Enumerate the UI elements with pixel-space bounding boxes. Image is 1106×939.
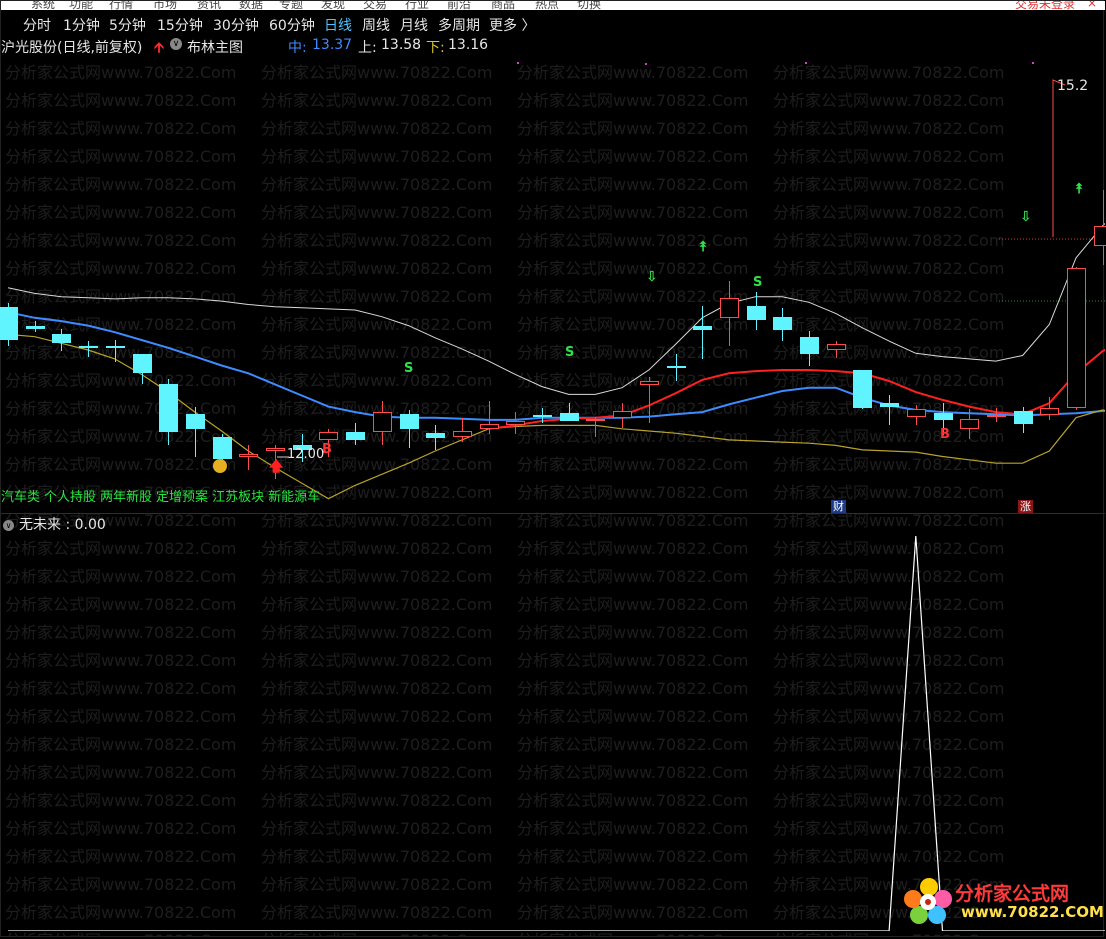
candle-body[interactable] (1067, 267, 1086, 408)
candle-body[interactable] (1014, 411, 1033, 425)
brand-logo: 分析家公式网 www.70822.COM (901, 873, 1104, 933)
flower-icon (904, 878, 952, 924)
candle-body[interactable] (133, 354, 152, 374)
candle-body[interactable] (853, 369, 872, 408)
candle-body[interactable] (640, 381, 659, 386)
down-arrow-icon: ⇩ (1020, 209, 1032, 225)
candle-wick (462, 417, 463, 443)
candle-body[interactable] (400, 414, 419, 429)
candle-body[interactable] (159, 384, 178, 433)
candle-body[interactable] (907, 408, 926, 417)
concept-tag[interactable]: 个人持股 (44, 490, 96, 505)
concept-tag[interactable]: 新能源车 (268, 490, 320, 505)
candle-body[interactable] (613, 411, 632, 418)
concept-tag[interactable]: 汽车类 (1, 490, 40, 505)
candle-body[interactable] (827, 344, 846, 350)
concept-tag[interactable]: 江苏板块 (212, 490, 264, 505)
candle-body[interactable] (560, 413, 579, 421)
candle-body[interactable] (106, 345, 125, 348)
candle-body[interactable] (239, 454, 258, 457)
buy-signal: B (940, 427, 950, 442)
candle-body[interactable] (586, 418, 605, 421)
candle-body[interactable] (480, 424, 499, 429)
candle-body[interactable] (934, 413, 953, 420)
sell-signal: S (565, 345, 575, 360)
candle-body[interactable] (960, 418, 979, 429)
rise-badge[interactable]: 涨 (1018, 500, 1033, 514)
candle-wick (115, 339, 116, 363)
candle-wick (702, 305, 703, 359)
high-price-label: 15.2 (1057, 78, 1089, 94)
candle-wick (88, 341, 89, 357)
candle-body[interactable] (693, 325, 712, 330)
candle-wick (435, 425, 436, 450)
candle-body[interactable] (453, 430, 472, 437)
concept-tag[interactable]: 两年新股 (100, 490, 152, 505)
down-arrow-icon: ⇩ (646, 269, 658, 285)
candle-body[interactable] (1094, 225, 1106, 246)
candle-body[interactable] (26, 325, 45, 329)
candle-body[interactable] (186, 414, 205, 429)
candle-body[interactable] (773, 316, 792, 330)
candle-body[interactable] (533, 415, 552, 418)
candle-wick (248, 445, 249, 470)
candle-body[interactable] (213, 436, 232, 459)
candle-body[interactable] (346, 432, 365, 440)
candle-body[interactable] (52, 334, 71, 344)
candle-body[interactable] (79, 345, 98, 348)
candle-wick (889, 395, 890, 426)
finance-badge[interactable]: 财 (831, 500, 846, 514)
candle-body[interactable] (747, 305, 766, 320)
logo-title: 分析家公式网 (955, 883, 1070, 905)
sub-indicator-line (8, 535, 1105, 931)
sell-signal: S (404, 361, 414, 376)
candles-layer: B B S S S 🡅 ⇩ ⇩ ⯭ ⯭ (0, 1, 1106, 513)
candle-body[interactable] (1040, 407, 1059, 416)
candle-body[interactable] (667, 365, 686, 368)
candle-body[interactable] (720, 297, 739, 318)
candle-body[interactable] (800, 336, 819, 355)
candle-body[interactable] (880, 403, 899, 407)
logo-url: www.70822.COM (961, 903, 1104, 921)
main-window: 分析家公式网www.70822.Com 分析家公式网www.70822.Com 分析… (0, 0, 1106, 937)
candle-body[interactable] (426, 433, 445, 438)
concept-tags: 汽车类 个人持股 两年新股 定增预案 江苏板块 新能源车 (1, 486, 324, 505)
sell-signal: S (753, 275, 763, 290)
candle-body[interactable] (506, 421, 525, 426)
money-bag-icon (213, 459, 227, 473)
candle-body[interactable] (373, 412, 392, 433)
candle-wick (676, 354, 677, 382)
candle-wick (489, 401, 490, 435)
star-icon: ⯭ (699, 239, 708, 255)
chevron-down-icon[interactable]: ∨ (3, 519, 14, 531)
panel-separator (1, 513, 1105, 514)
candle-body[interactable] (0, 306, 18, 340)
concept-tag[interactable]: 定增预案 (156, 490, 208, 505)
sub-indicator-chart[interactable] (1, 531, 1105, 931)
candle-body[interactable] (987, 415, 1006, 418)
candle-body[interactable] (319, 432, 338, 440)
star-icon: ⯭ (1075, 181, 1084, 197)
low-price-label: 12.00 (287, 447, 325, 462)
